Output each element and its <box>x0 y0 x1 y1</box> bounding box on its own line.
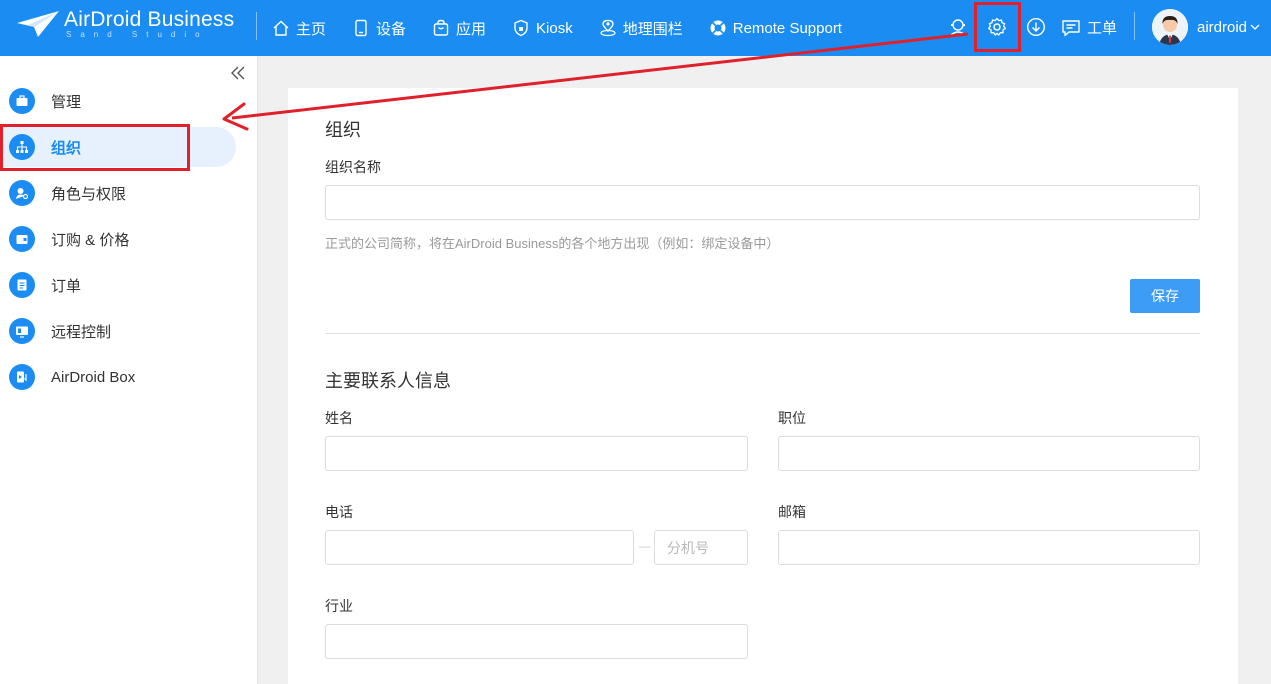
sidebar-item-purchase[interactable]: 订购 & 价格 <box>0 219 236 259</box>
nav-geofence-label: 地理围栏 <box>622 20 683 38</box>
home-icon <box>273 20 289 36</box>
contact-name-label: 姓名 <box>325 410 353 426</box>
header-divider <box>256 12 257 40</box>
save-button[interactable]: 保存 <box>1130 279 1200 313</box>
industry-input[interactable] <box>325 624 748 659</box>
sidebar-item-label: 远程控制 <box>51 323 112 341</box>
download-icon[interactable] <box>1026 17 1046 37</box>
collapse-sidebar-icon[interactable] <box>230 66 246 80</box>
brand-logo[interactable]: AirDroid Business Sand Studio <box>16 9 234 39</box>
phone-label: 电话 <box>325 504 353 520</box>
header-divider-right <box>1134 12 1135 40</box>
phone-input[interactable] <box>325 530 634 565</box>
nav-kiosk-label: Kiosk <box>536 19 573 37</box>
message-icon <box>1062 19 1080 36</box>
sidebar-item-label: 订单 <box>51 277 82 295</box>
annotation-box-organization <box>0 124 190 171</box>
section-divider <box>325 333 1200 334</box>
sidebar-item-label: 订购 & 价格 <box>51 231 130 249</box>
ticket-label: 工单 <box>1087 20 1118 37</box>
remote-icon <box>9 318 35 344</box>
contact-title-label: 职位 <box>778 410 806 426</box>
user-menu[interactable]: airdroid <box>1152 9 1261 45</box>
box-icon <box>9 364 35 390</box>
sidebar-item-airdroid-box[interactable]: AirDroid Box <box>0 357 236 397</box>
main-nav: 主页 设备 应用 Kiosk 地理围栏 Remote Support <box>272 0 868 56</box>
industry-label: 行业 <box>325 598 353 614</box>
wallet-icon <box>9 226 35 252</box>
nav-devices-label: 设备 <box>376 20 407 38</box>
section-title-contact: 主要联系人信息 <box>325 371 451 391</box>
annotation-box-settings <box>974 2 1021 52</box>
brand-title: AirDroid Business <box>64 8 235 31</box>
sidebar-item-manage[interactable]: 管理 <box>0 81 236 121</box>
phone-separator: — <box>639 539 651 553</box>
support-agent-icon[interactable] <box>948 17 968 37</box>
user-avatar-icon <box>1152 9 1188 45</box>
contact-title-input[interactable] <box>778 436 1200 471</box>
nav-apps[interactable]: 应用 <box>432 0 486 56</box>
username: airdroid <box>1197 18 1248 36</box>
email-label: 邮箱 <box>778 504 806 520</box>
phone-extension-input[interactable] <box>654 530 748 565</box>
top-bar: AirDroid Business Sand Studio 主页 设备 应用 K… <box>0 0 1271 56</box>
briefcase-icon <box>9 88 35 114</box>
organization-settings-card: 组织 组织名称 正式的公司简称，将在AirDroid Business的各个地方… <box>288 88 1238 684</box>
app-bag-icon <box>433 19 449 36</box>
sidebar-item-label: 角色与权限 <box>51 185 127 203</box>
sidebar-item-roles[interactable]: 角色与权限 <box>0 173 236 213</box>
avatar <box>1152 9 1188 45</box>
key-user-icon <box>9 180 35 206</box>
lifebuoy-icon <box>710 20 726 36</box>
list-icon <box>9 272 35 298</box>
nav-home[interactable]: 主页 <box>272 0 326 56</box>
nav-home-label: 主页 <box>296 20 327 38</box>
nav-remote-support-label: Remote Support <box>732 19 842 37</box>
nav-apps-label: 应用 <box>456 20 487 38</box>
lock-icon <box>514 19 528 37</box>
sidebar-item-remote-control[interactable]: 远程控制 <box>0 311 236 351</box>
brand-subtitle: Sand Studio <box>66 30 209 39</box>
geofence-icon <box>600 19 616 37</box>
email-field[interactable] <box>778 530 1200 565</box>
section-title-organization: 组织 <box>325 120 361 140</box>
paper-plane-logo-icon <box>17 11 59 37</box>
nav-kiosk[interactable]: Kiosk <box>512 0 573 56</box>
nav-geofence[interactable]: 地理围栏 <box>599 0 683 56</box>
org-name-input[interactable] <box>325 185 1200 220</box>
sidebar-item-label: 管理 <box>51 93 82 111</box>
chevron-down-icon <box>1250 24 1260 30</box>
contact-name-input[interactable] <box>325 436 748 471</box>
device-icon <box>355 19 367 37</box>
sidebar-item-orders[interactable]: 订单 <box>0 265 236 305</box>
org-name-hint: 正式的公司简称，将在AirDroid Business的各个地方出现（例如：绑定… <box>325 236 780 251</box>
ticket-button[interactable]: 工单 <box>1061 17 1117 38</box>
sidebar-item-label: AirDroid Box <box>51 368 136 386</box>
nav-devices[interactable]: 设备 <box>352 0 406 56</box>
org-name-label: 组织名称 <box>325 159 381 175</box>
nav-remote-support[interactable]: Remote Support <box>709 0 842 56</box>
